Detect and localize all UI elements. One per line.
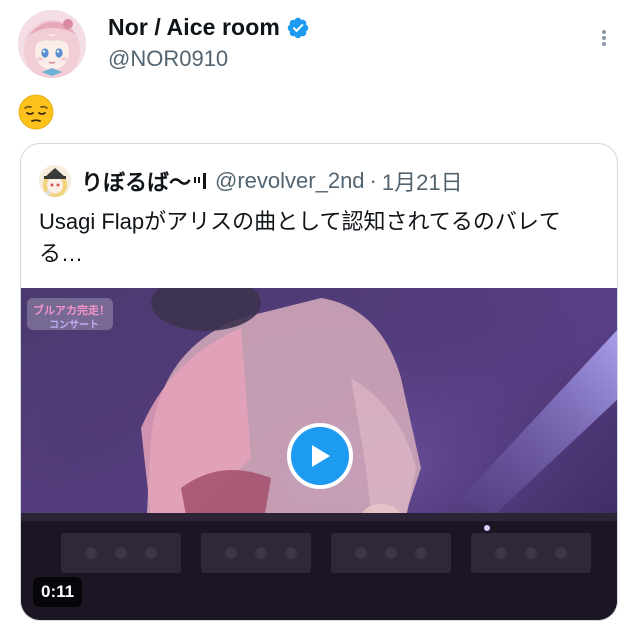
author-avatar[interactable] — [18, 10, 86, 78]
quoted-post-header: りぼるば〜 @revolver_2nd · 1月21日 — [39, 165, 463, 197]
quoted-post-card[interactable]: りぼるば〜 @revolver_2nd · 1月21日 Usagi Flapがア… — [20, 143, 618, 621]
author-handle[interactable]: @NOR0910 — [108, 46, 228, 72]
play-button[interactable] — [287, 423, 353, 489]
author-display-name[interactable]: Nor / Aice room — [108, 14, 280, 41]
header-separator: · — [369, 168, 377, 193]
quoted-author-handle[interactable]: @revolver_2nd — [215, 168, 365, 194]
quoted-post-date[interactable]: 1月21日 — [382, 165, 463, 197]
author-display-name-row[interactable]: Nor / Aice room — [108, 14, 310, 41]
more-options-icon[interactable] — [596, 26, 612, 50]
video-duration-badge: 0:11 — [33, 577, 83, 607]
anime-avatar-image — [18, 10, 86, 78]
music-note-bars-icon — [194, 173, 207, 189]
anime-avatar-image — [39, 165, 71, 197]
quoted-post-text: Usagi Flapがアリスの曲として認知されてるのバレてる… — [39, 209, 561, 266]
play-icon — [312, 445, 330, 467]
svg-text:コンサート: コンサート — [49, 319, 99, 331]
quoted-author-display-name[interactable]: りぼるば〜 — [81, 165, 191, 197]
pensive-face-emoji-icon — [18, 94, 54, 130]
concert-logo: ブルアカ完走！ コンサート — [27, 298, 113, 331]
quoted-author-avatar — [39, 165, 71, 197]
verified-badge-icon — [287, 17, 309, 38]
video-player[interactable]: ブルアカ完走！ コンサート 0:11 — [21, 288, 617, 620]
svg-text:ブルアカ完走！: ブルアカ完走！ — [33, 303, 110, 317]
